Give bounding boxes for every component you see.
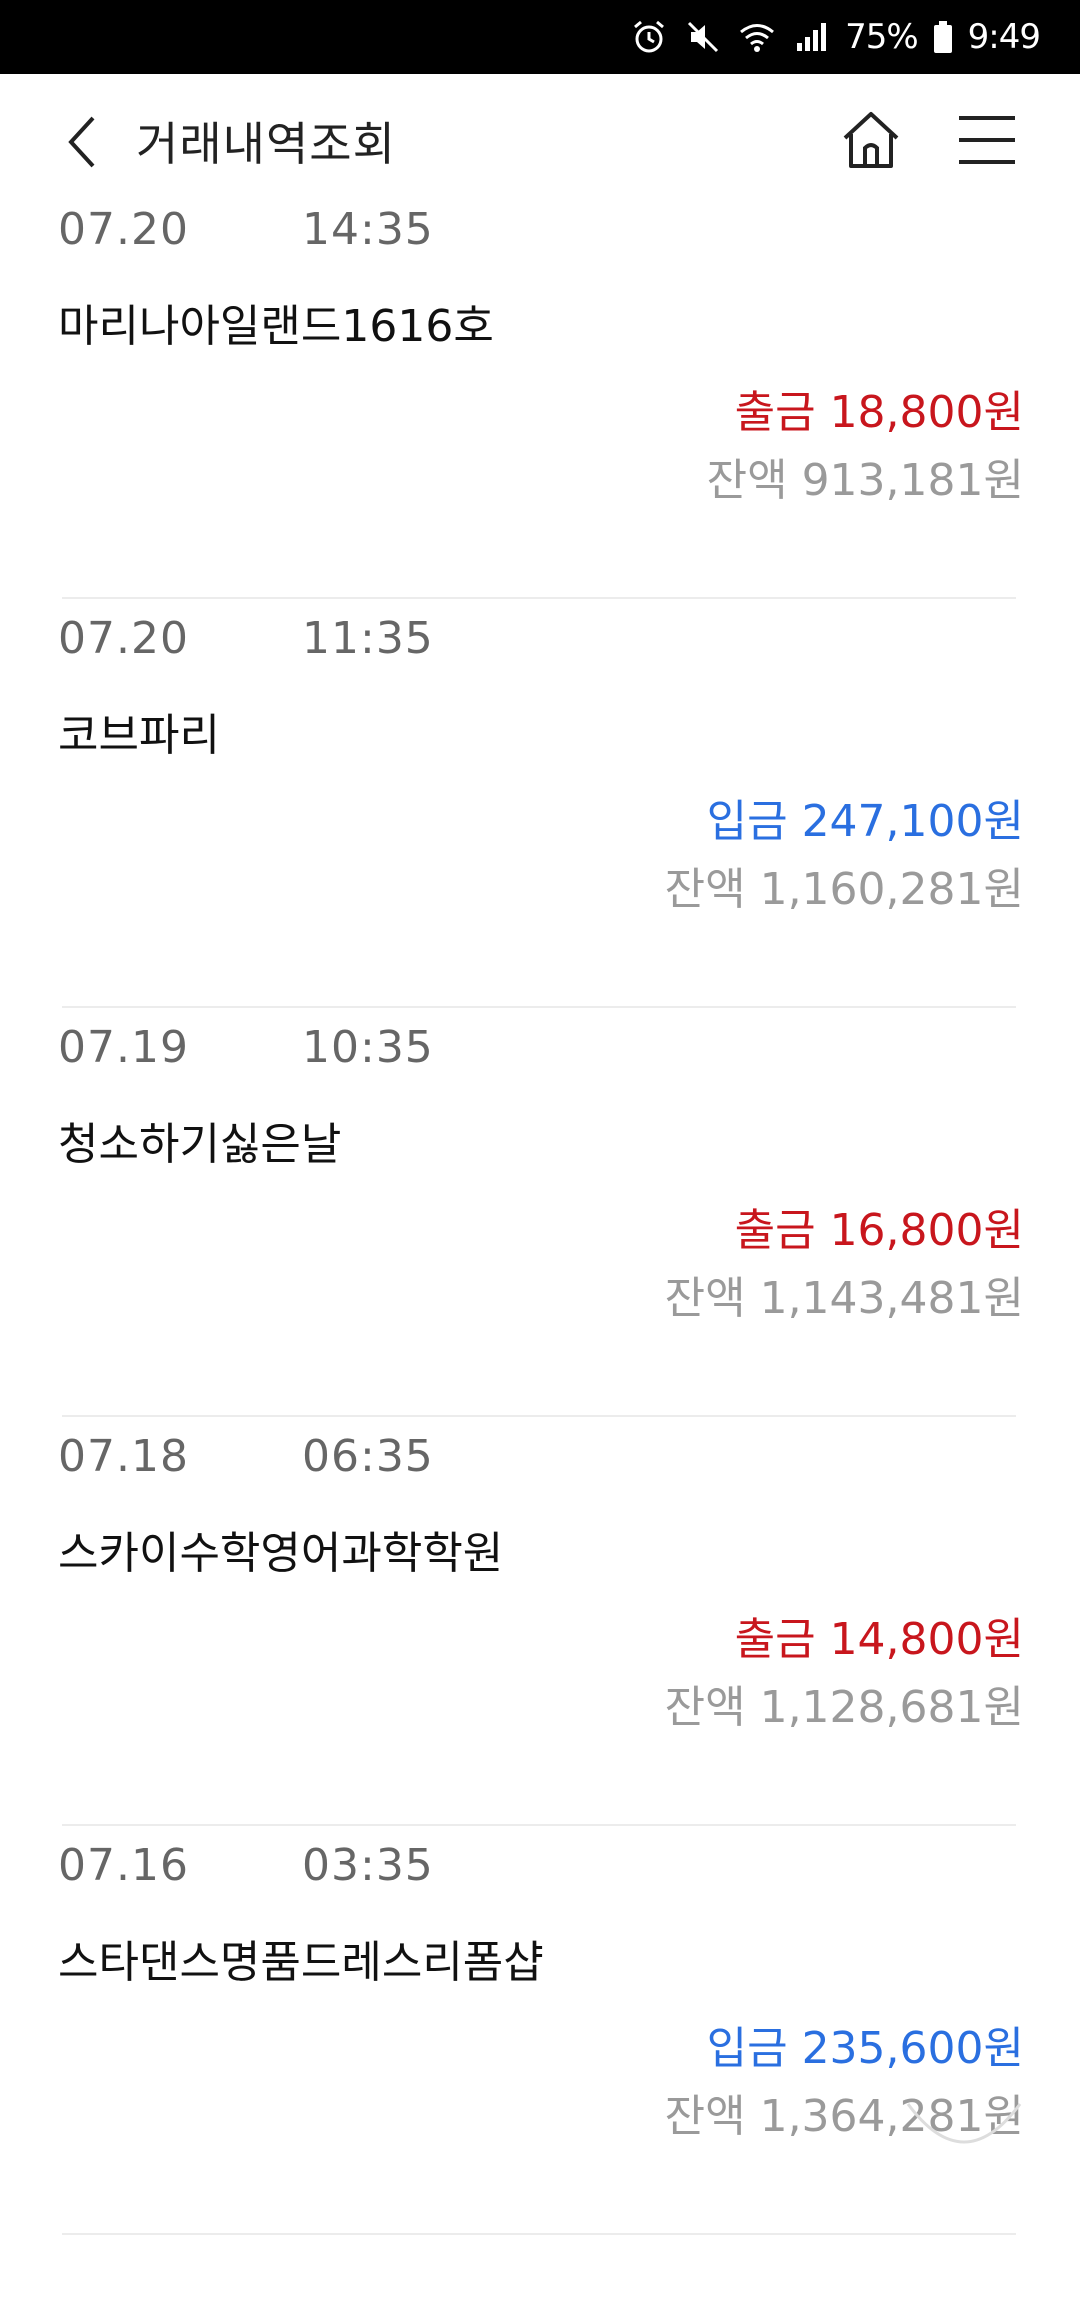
transaction-amount-value: 14,800원 xyxy=(829,1614,1024,1665)
transaction-amount-value: 247,100원 xyxy=(801,796,1024,847)
transaction-type-label: 입금 xyxy=(706,796,788,847)
transaction-amount: 출금 16,800원 xyxy=(735,1194,1024,1258)
transaction-time: 10:35 xyxy=(302,1022,434,1073)
transaction-amount: 출금 14,800원 xyxy=(735,1603,1024,1667)
transaction-description: 코브파리 xyxy=(58,710,220,761)
balance-value: 913,181원 xyxy=(801,455,1024,506)
transaction-description: 청소하기싫은날 xyxy=(58,1119,342,1170)
home-button[interactable] xyxy=(836,102,906,182)
transaction-date: 07.18 xyxy=(58,1431,189,1482)
scroll-to-top-button[interactable] xyxy=(904,2100,1024,2200)
transaction-item[interactable]: 07.18 06:35 스카이수학영어과학학원 출금 14,800원 잔액 1,… xyxy=(0,1417,1080,1826)
transaction-description: 스카이수학영어과학학원 xyxy=(58,1528,504,1579)
transaction-date: 07.20 xyxy=(58,204,189,255)
transaction-time: 06:35 xyxy=(302,1431,434,1482)
app-header: 거래내역조회 xyxy=(0,74,1080,204)
transaction-type-label: 출금 xyxy=(734,1614,816,1665)
transaction-time: 03:35 xyxy=(302,1840,434,1891)
balance-label: 잔액 xyxy=(664,1682,746,1733)
transaction-date: 07.20 xyxy=(58,613,189,664)
transaction-amount: 출금 18,800원 xyxy=(735,376,1024,440)
balance-value: 1,143,481원 xyxy=(759,1273,1024,1324)
transaction-date: 07.19 xyxy=(58,1022,189,1073)
status-bar: 75% 9:49 xyxy=(0,0,1080,74)
balance-value: 1,128,681원 xyxy=(759,1682,1024,1733)
transaction-description: 마리나아일랜드1616호 xyxy=(58,301,494,352)
back-chevron-icon xyxy=(65,114,99,174)
transaction-balance: 잔액 913,181원 xyxy=(707,444,1024,508)
back-button[interactable] xyxy=(52,104,112,184)
transaction-amount: 입금 247,100원 xyxy=(707,785,1024,849)
home-icon xyxy=(839,108,903,176)
transaction-item[interactable]: 07.20 11:35 코브파리 입금 247,100원 잔액 1,160,28… xyxy=(0,599,1080,1008)
status-time: 9:49 xyxy=(967,17,1041,57)
transaction-type-label: 출금 xyxy=(734,1205,816,1256)
transaction-type-label: 출금 xyxy=(734,387,816,438)
alarm-icon xyxy=(629,17,669,57)
transaction-date: 07.16 xyxy=(58,1840,189,1891)
battery-percent: 75% xyxy=(845,17,919,57)
balance-label: 잔액 xyxy=(664,1273,746,1324)
signal-icon xyxy=(791,17,831,57)
mute-icon xyxy=(683,17,723,57)
menu-button[interactable] xyxy=(952,102,1022,182)
transaction-list: 07.20 14:35 마리나아일랜드1616호 출금 18,800원 잔액 9… xyxy=(0,190,1080,2235)
transaction-amount-value: 16,800원 xyxy=(829,1205,1024,1256)
transaction-balance: 잔액 1,143,481원 xyxy=(665,1262,1024,1326)
page-title: 거래내역조회 xyxy=(136,117,396,171)
transaction-balance: 잔액 1,128,681원 xyxy=(665,1671,1024,1735)
balance-label: 잔액 xyxy=(706,455,788,506)
divider xyxy=(62,2233,1016,2235)
balance-label: 잔액 xyxy=(664,864,746,915)
transaction-description: 스타댄스명품드레스리폼샵 xyxy=(58,1937,544,1988)
transaction-amount-value: 235,600원 xyxy=(801,2023,1024,2074)
transaction-balance: 잔액 1,160,281원 xyxy=(665,853,1024,917)
wifi-icon xyxy=(737,17,777,57)
balance-value: 1,160,281원 xyxy=(759,864,1024,915)
transaction-amount: 입금 235,600원 xyxy=(707,2012,1024,2076)
battery-icon xyxy=(932,17,954,57)
transaction-item[interactable]: 07.19 10:35 청소하기싫은날 출금 16,800원 잔액 1,143,… xyxy=(0,1008,1080,1417)
hamburger-menu-icon xyxy=(957,114,1017,170)
transaction-time: 11:35 xyxy=(302,613,434,664)
balance-label: 잔액 xyxy=(664,2091,746,2142)
transaction-type-label: 입금 xyxy=(706,2023,788,2074)
transaction-amount-value: 18,800원 xyxy=(829,387,1024,438)
transaction-item[interactable]: 07.20 14:35 마리나아일랜드1616호 출금 18,800원 잔액 9… xyxy=(0,190,1080,599)
transaction-time: 14:35 xyxy=(302,204,434,255)
